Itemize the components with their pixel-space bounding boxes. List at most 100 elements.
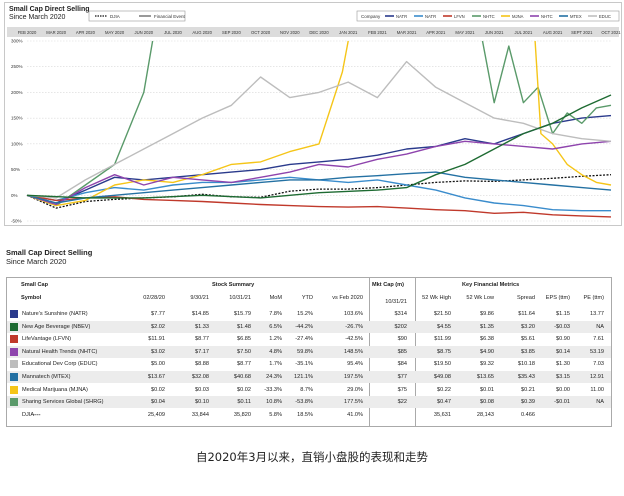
row-value: $0.02 [237, 386, 251, 393]
row-value: $0.14 [556, 348, 570, 355]
row-value: $8.88 [195, 361, 209, 368]
table-title-line1: Small Cap Direct Selling [6, 248, 93, 257]
row-value: $0.02 [151, 386, 165, 393]
row-value: 148.5% [344, 348, 363, 355]
row-value: 7.61 [593, 336, 604, 343]
row-value: -35.1% [295, 361, 313, 368]
row-color-swatch [10, 360, 18, 369]
legend-label: MTEX [570, 14, 582, 19]
row-symbol-name: Educational Dev Corp (EDUC) [22, 361, 98, 368]
x-tick-label: AUG 2021 [543, 30, 563, 35]
row-value: 177.5% [344, 399, 363, 406]
legend-label: LFVN [454, 14, 465, 19]
row-value: 33,844 [191, 411, 209, 418]
chart-panel: Small Cap Direct Selling Since March 202… [4, 2, 622, 226]
row-symbol-name: Mannatech (MTEX) [22, 374, 71, 380]
x-tick-label: MAY 2020 [105, 30, 125, 35]
series-line [26, 114, 612, 204]
summary-table-panel: Small Cap Direct Selling Since March 202… [4, 240, 620, 436]
row-value: $22 [397, 399, 407, 406]
row-value: $8.77 [195, 336, 209, 343]
x-tick-label: NOV 2020 [280, 30, 300, 35]
row-symbol-name: Nature's Sunshine (NATR) [22, 311, 88, 317]
row-value: 28,143 [476, 411, 494, 418]
column-header: YTD [301, 295, 313, 301]
y-tick-label: 200% [11, 90, 23, 95]
row-value: 0.466 [521, 411, 535, 418]
row-value: $4.55 [437, 323, 451, 330]
row-value: NA [596, 323, 604, 330]
row-value: $3.15 [556, 374, 570, 380]
legend-label: MJNA [512, 14, 524, 19]
y-tick-label: 150% [11, 116, 23, 121]
row-symbol-name: Sharing Services Global (SHRG) [22, 399, 104, 406]
row-value: $0.08 [480, 399, 494, 406]
table-row: Mannatech (MTEX) $13.67 $32.08 $40.68 24.3% 1… [7, 371, 611, 383]
legend-label: NATR [396, 14, 407, 19]
x-tick-label: JAN 2021 [339, 30, 358, 35]
row-value: $0.00 [556, 386, 570, 393]
row-value: $40.68 [233, 374, 251, 380]
row-value: $0.11 [237, 399, 251, 406]
x-tick-label: MAY 2021 [455, 30, 475, 35]
row-value: $6.38 [480, 336, 494, 343]
legend-company-label: Company [361, 14, 381, 19]
table-row: Medical Marijuana (MJNA) $0.02 $0.03 $0.02 -… [7, 384, 611, 396]
row-color-swatch [10, 322, 18, 331]
table-row: Natural Health Trends (NHTC) $3.02 $7.17 $7… [7, 345, 611, 358]
column-header: 02/28/20 [143, 295, 165, 301]
row-value: 95.4% [347, 361, 363, 368]
row-value: -$0.03 [554, 323, 570, 330]
row-value: $7.50 [237, 348, 251, 355]
column-header: 52 Wk Low [466, 295, 494, 301]
row-value: $13.65 [476, 374, 494, 380]
x-tick-label: OCT 2021 [601, 30, 621, 35]
row-value: $1.48 [237, 323, 251, 330]
row-value: 15.2% [297, 311, 313, 317]
line-chart: FEB 2020 MAR 2020 APR 2020 MAY 2020 JUN 2020… [7, 10, 621, 224]
row-value: $202 [394, 323, 407, 330]
y-tick-label: 300% [11, 39, 23, 44]
x-tick-label: SEPT 2021 [571, 30, 593, 35]
row-value: $0.90 [556, 336, 570, 343]
row-value: 35,631 [433, 411, 451, 418]
row-value: 1.7% [269, 361, 282, 368]
row-value: $7.17 [195, 348, 209, 355]
row-value: $75 [397, 386, 407, 393]
y-tick-label: 250% [11, 64, 23, 69]
row-value: 6.5% [269, 323, 282, 330]
row-value: $1.30 [556, 361, 570, 368]
table-row: Sharing Services Global (SHRG) $0.04 $0.10… [7, 396, 611, 409]
row-value: 25,409 [147, 411, 165, 418]
column-header: 10/31/21 [229, 295, 251, 301]
table-row: New Age Beverage (NBEV) $2.02 $1.33 $1.48 6.… [7, 320, 611, 333]
row-value: $4.90 [480, 348, 494, 355]
x-tick-label: AUG 2020 [192, 30, 212, 35]
row-color-swatch [10, 385, 18, 394]
row-value: $49.08 [433, 374, 451, 380]
row-value: $9.86 [480, 311, 494, 317]
row-value: 121.1% [294, 374, 313, 380]
legend-label: Financial Event [154, 14, 186, 19]
row-value: 4.8% [269, 348, 282, 355]
row-value: -26.7% [345, 323, 363, 330]
row-symbol-name: LifeVantage (LFVN) [22, 336, 72, 343]
row-value: $19.50 [433, 361, 451, 368]
x-tick-label: OCT 2020 [251, 30, 271, 35]
legend-label: NHTC [541, 14, 553, 19]
x-tick-label: MAR 2020 [46, 30, 66, 35]
x-tick-label: DEC 2020 [309, 30, 329, 35]
group-header-stock-summary: Stock Summary [212, 282, 255, 288]
column-header: Spread [516, 295, 535, 301]
row-value: 53.19 [590, 348, 604, 355]
row-value: 1.2% [269, 336, 282, 343]
y-tick-label: -50% [11, 219, 22, 224]
column-header: MoM [269, 295, 282, 301]
row-value: $3.20 [521, 323, 535, 330]
row-value: -27.4% [295, 336, 313, 343]
row-value: $35.43 [517, 374, 535, 380]
row-value: $8.75 [437, 348, 451, 355]
row-value: $0.10 [195, 399, 209, 406]
row-value: 13.77 [590, 311, 604, 317]
row-value: $3.02 [151, 348, 165, 355]
